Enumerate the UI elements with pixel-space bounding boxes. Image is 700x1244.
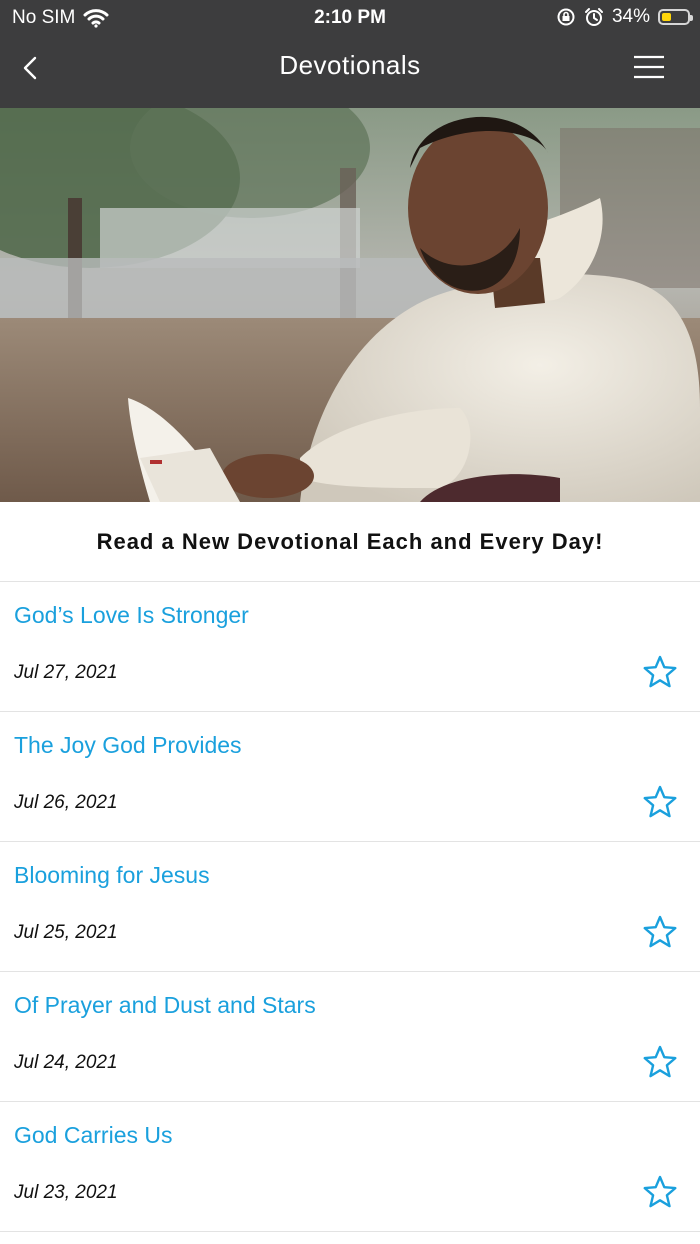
hero-image [0, 108, 700, 502]
devotional-list-item[interactable]: God’s Love Is Stronger Jul 27, 2021 [0, 582, 700, 712]
orientation-lock-icon [557, 8, 575, 26]
battery-icon [658, 9, 693, 25]
tagline: Read a New Devotional Each and Every Day… [0, 502, 700, 582]
devotional-list-item[interactable]: God Carries Us Jul 23, 2021 [0, 1102, 700, 1232]
favorite-star-icon[interactable] [642, 914, 678, 950]
hero-photo-man-reading [0, 108, 700, 502]
devotional-title[interactable]: God’s Love Is Stronger [14, 602, 249, 629]
favorite-star-icon[interactable] [642, 1044, 678, 1080]
page-title: Devotionals [279, 50, 421, 80]
nav-bar: Devotionals [0, 36, 700, 108]
devotional-date: Jul 23, 2021 [14, 1182, 118, 1203]
favorite-star-icon[interactable] [642, 1174, 678, 1210]
hamburger-menu-icon[interactable] [632, 52, 666, 82]
devotional-date: Jul 24, 2021 [14, 1052, 118, 1073]
devotional-title[interactable]: Of Prayer and Dust and Stars [14, 992, 316, 1019]
battery-percent: 34% [611, 6, 650, 27]
status-bar: No SIM 2:10 PM 34% [0, 0, 700, 36]
devotional-date: Jul 25, 2021 [14, 922, 118, 943]
devotional-list: God’s Love Is Stronger Jul 27, 2021 The … [0, 582, 700, 1232]
alarm-icon [584, 8, 603, 26]
devotional-list-item[interactable]: The Joy God Provides Jul 26, 2021 [0, 712, 700, 842]
devotional-title[interactable]: The Joy God Provides [14, 732, 242, 759]
devotional-date: Jul 26, 2021 [14, 792, 118, 813]
devotional-date: Jul 27, 2021 [14, 662, 118, 683]
status-right-group: 34% [556, 6, 693, 28]
devotional-title[interactable]: Blooming for Jesus [14, 862, 210, 889]
devotional-list-item[interactable]: Blooming for Jesus Jul 25, 2021 [0, 842, 700, 972]
devotional-title[interactable]: God Carries Us [14, 1122, 172, 1149]
favorite-star-icon[interactable] [642, 654, 678, 690]
top-bar: No SIM 2:10 PM 34% Devotionals [0, 0, 700, 108]
favorite-star-icon[interactable] [642, 784, 678, 820]
devotional-list-item[interactable]: Of Prayer and Dust and Stars Jul 24, 202… [0, 972, 700, 1102]
